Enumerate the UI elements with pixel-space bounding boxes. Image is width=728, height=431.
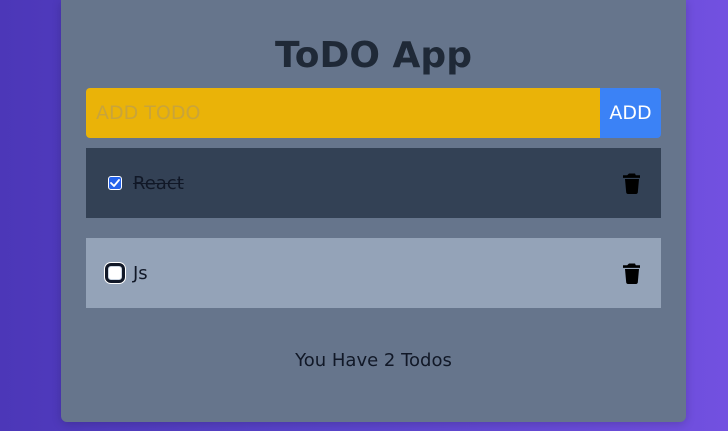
todo-label: Js	[133, 262, 148, 284]
checkbox-unchecked-icon	[108, 266, 122, 280]
todo-list: React Js	[86, 148, 661, 308]
trash-icon[interactable]	[623, 262, 641, 284]
todo-item: Js	[86, 238, 661, 308]
checkbox-checked-icon	[108, 176, 122, 190]
todo-checkbox[interactable]	[106, 264, 124, 282]
todo-count: You Have 2 Todos	[295, 350, 452, 371]
todo-label: React	[133, 172, 184, 194]
app-title: ToDO App	[275, 35, 472, 76]
add-button[interactable]: ADD	[600, 88, 661, 138]
checkmark-icon	[110, 179, 120, 187]
todo-input[interactable]	[86, 88, 600, 138]
todo-checkbox[interactable]	[106, 174, 124, 192]
todo-card: ToDO App ADD React Js	[61, 0, 686, 422]
todo-item: React	[86, 148, 661, 218]
trash-icon[interactable]	[623, 172, 641, 194]
add-todo-form: ADD	[86, 88, 661, 138]
